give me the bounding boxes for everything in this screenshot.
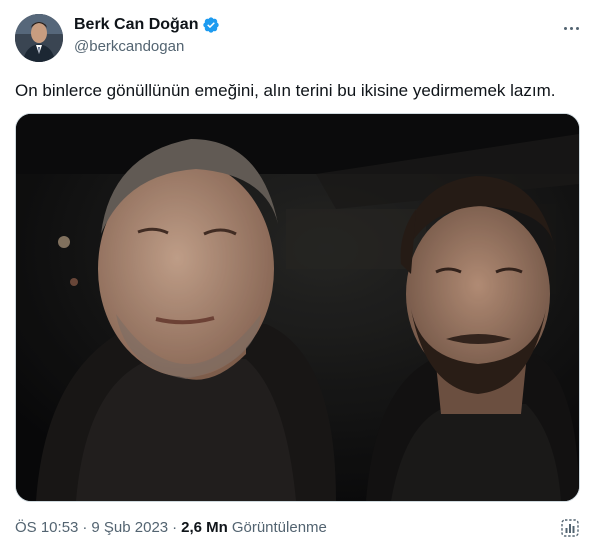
meta-separator: · bbox=[172, 519, 178, 536]
tweet-photo[interactable] bbox=[15, 113, 580, 502]
tweet-date[interactable]: 9 Şub 2023 bbox=[91, 519, 168, 536]
photo-image bbox=[16, 114, 579, 501]
tweet-time[interactable]: ÖS 10:53 bbox=[15, 519, 78, 536]
tweet-meta: ÖS 10:53 · 9 Şub 2023 · 2,6 Mn Görüntüle… bbox=[15, 519, 327, 536]
avatar-image bbox=[15, 14, 63, 62]
author-display-name[interactable]: Berk Can Doğan bbox=[74, 16, 198, 34]
views-count[interactable]: 2,6 Mn bbox=[181, 519, 228, 536]
verified-badge-icon bbox=[202, 16, 220, 34]
tweet-card: Berk Can Doğan @berkcandogan On binlerce… bbox=[0, 0, 596, 558]
tweet-text: On binlerce gönüllünün emeğini, alın ter… bbox=[15, 81, 556, 100]
views-label[interactable]: Görüntülenme bbox=[232, 519, 327, 536]
analytics-icon[interactable] bbox=[559, 517, 581, 539]
author-avatar[interactable] bbox=[15, 14, 63, 62]
author-name-row[interactable]: Berk Can Doğan bbox=[74, 16, 220, 34]
more-horizontal-icon[interactable] bbox=[560, 18, 582, 38]
author-handle[interactable]: @berkcandogan bbox=[74, 38, 184, 55]
meta-separator: · bbox=[82, 519, 88, 536]
